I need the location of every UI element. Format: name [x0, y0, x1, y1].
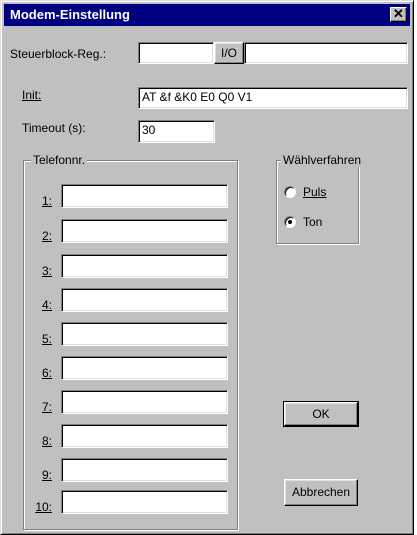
window-title: Modem-Einstellung: [10, 7, 130, 22]
modem-settings-dialog: Modem-Einstellung ✕ Steuerblock-Reg.: I/…: [0, 0, 414, 535]
phone-9-field[interactable]: [61, 458, 228, 482]
tone-radio[interactable]: [284, 216, 296, 228]
phone-2-label: 2:: [41, 229, 52, 243]
phone-5-label: 5:: [41, 332, 52, 346]
phone-4-label: 4:: [41, 298, 52, 312]
title-bar[interactable]: Modem-Einstellung ✕: [4, 4, 410, 26]
pulse-radio[interactable]: [284, 186, 296, 198]
io-button[interactable]: I/O: [214, 42, 244, 64]
phone-7-field[interactable]: [61, 390, 228, 414]
timeout-label: Timeout (s):: [22, 121, 86, 135]
dial-mode-group: [276, 160, 359, 244]
steuerblock-io-field[interactable]: [244, 42, 408, 64]
phone-3-label: 3:: [41, 264, 52, 278]
phone-5-field[interactable]: [61, 322, 228, 346]
phone-6-label: 6:: [41, 366, 52, 380]
phone-8-field[interactable]: [61, 424, 228, 448]
close-button[interactable]: ✕: [390, 7, 407, 22]
timeout-field[interactable]: 30: [138, 120, 215, 143]
ok-button[interactable]: OK: [283, 401, 359, 427]
phone-9-label: 9:: [41, 468, 52, 482]
cancel-button[interactable]: Abbrechen: [284, 479, 358, 506]
phone-7-label: 7:: [41, 400, 52, 414]
tone-radio-label[interactable]: Ton: [303, 215, 322, 229]
dial-mode-group-label: Wählverfahren: [281, 153, 364, 167]
phone-10-field[interactable]: [61, 490, 228, 514]
init-label: Init:: [22, 88, 42, 102]
phone-10-label: 10:: [35, 500, 52, 514]
steuerblock-field[interactable]: [138, 42, 214, 64]
phone-6-field[interactable]: [61, 356, 228, 380]
phone-3-field[interactable]: [61, 254, 228, 278]
phone-1-field[interactable]: [61, 184, 228, 208]
init-field[interactable]: AT &f &K0 E0 Q0 V1: [138, 87, 408, 109]
close-icon: ✕: [393, 6, 404, 21]
radio-selected-dot: [288, 220, 292, 224]
phone-2-field[interactable]: [61, 219, 228, 243]
phone-1-label: 1:: [41, 194, 52, 208]
steuerblock-label: Steuerblock-Reg.:: [10, 47, 107, 61]
pulse-radio-label[interactable]: Puls: [303, 185, 326, 199]
phone-8-label: 8:: [41, 434, 52, 448]
phone-number-group-label: Telefonnr.: [31, 153, 88, 167]
phone-4-field[interactable]: [61, 288, 228, 312]
